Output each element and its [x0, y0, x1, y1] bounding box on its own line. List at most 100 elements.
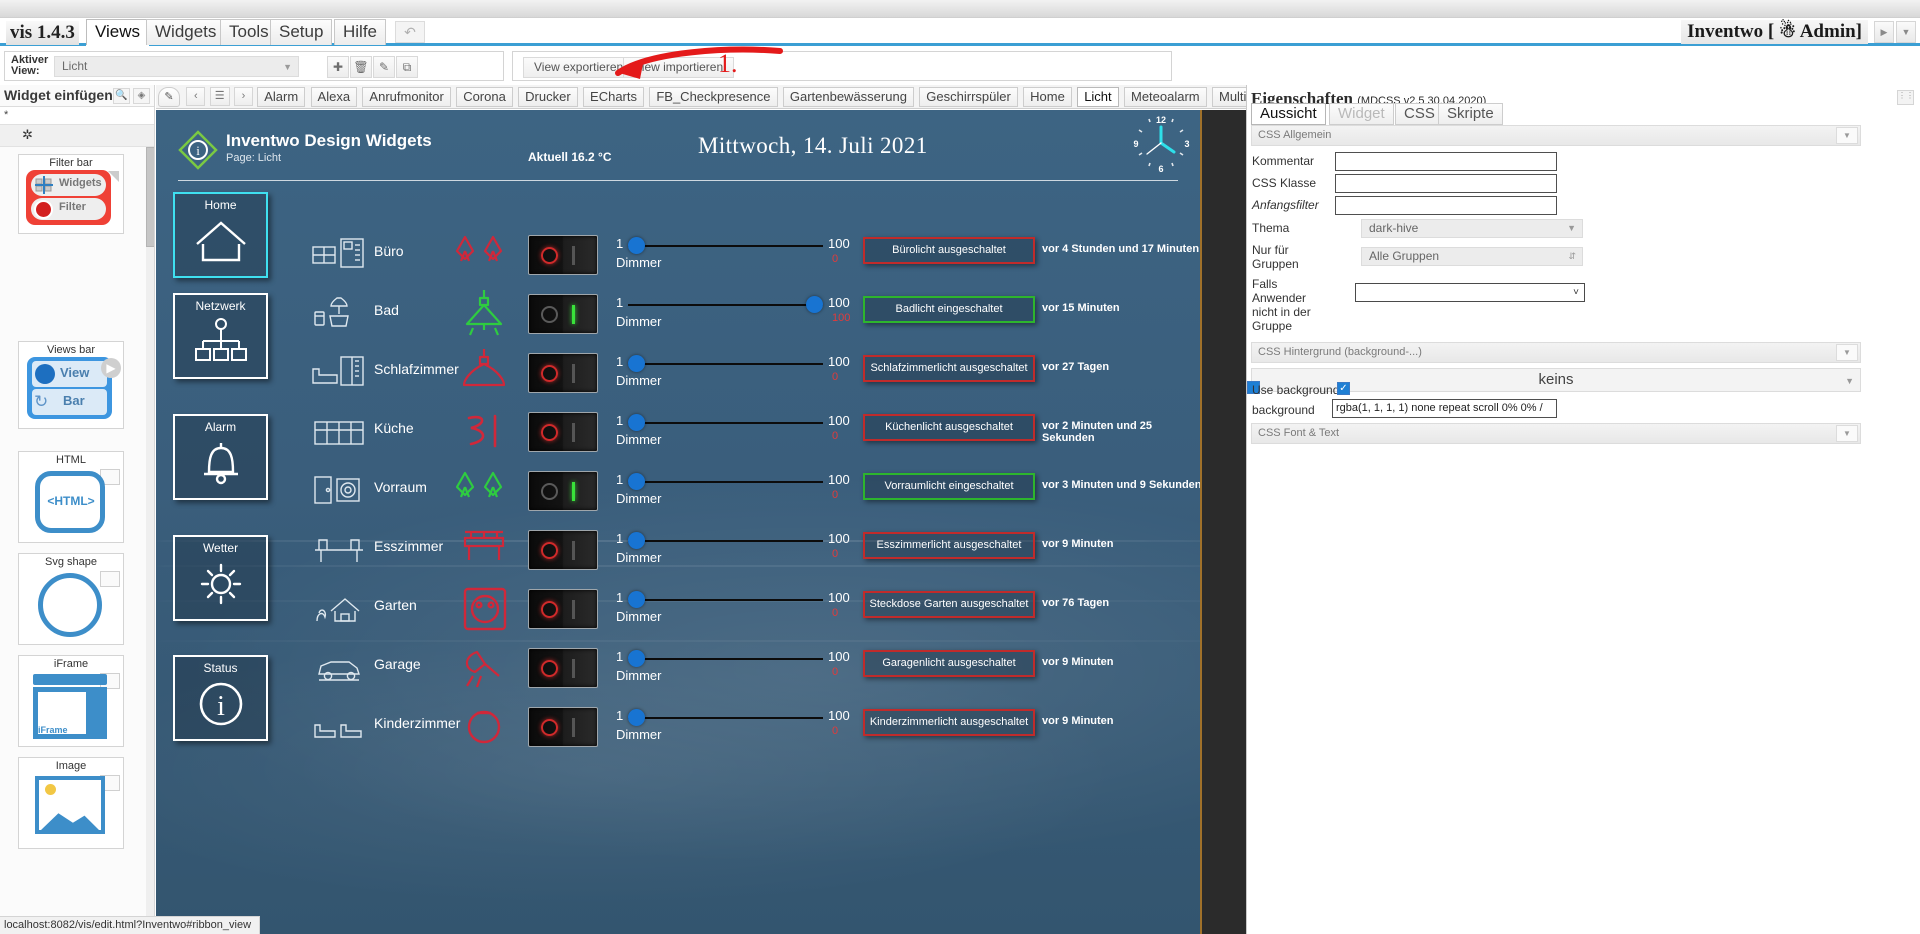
- properties-tab-skripte[interactable]: Skripte: [1438, 103, 1503, 125]
- power-switch[interactable]: [528, 294, 598, 334]
- view-tab-drucker[interactable]: Drucker: [518, 87, 578, 107]
- nur-fuer-gruppen-select[interactable]: Alle Gruppen ⇵: [1361, 247, 1583, 266]
- dimmer-knob[interactable]: [628, 709, 645, 726]
- view-tab-meteoalarm[interactable]: Meteoalarm: [1124, 87, 1207, 107]
- view-tab-echarts[interactable]: ECharts: [583, 87, 644, 107]
- falls-anwender-select[interactable]: ˅: [1355, 283, 1585, 302]
- round-lamp-icon[interactable]: [451, 701, 517, 753]
- status-badge[interactable]: Schlafzimmerlicht ausgeschaltet: [863, 355, 1035, 382]
- view-tab-multimedia[interactable]: Multimedia: [1211, 87, 1246, 107]
- kommentar-input[interactable]: [1335, 152, 1557, 171]
- dimmer-knob[interactable]: [628, 414, 645, 431]
- socket-icon[interactable]: [451, 583, 517, 635]
- widget-card-html[interactable]: HTML <HTML>: [18, 451, 124, 543]
- status-badge[interactable]: Steckdose Garten ausgeschaltet: [863, 591, 1035, 618]
- anfangsfilter-input[interactable]: [1335, 196, 1557, 215]
- properties-tab-aussicht[interactable]: Aussicht: [1251, 103, 1326, 125]
- status-badge[interactable]: Bürolicht ausgeschaltet: [863, 237, 1035, 264]
- thema-select[interactable]: dark-hive ▼: [1361, 219, 1583, 238]
- dimmer-slider[interactable]: [628, 709, 823, 726]
- dimmer-slider[interactable]: [628, 473, 823, 490]
- chevron-down-icon[interactable]: ▼: [1836, 344, 1858, 361]
- dimmer-knob[interactable]: [628, 591, 645, 608]
- tab-list-button[interactable]: ☰: [209, 87, 230, 106]
- view-tab-alarm[interactable]: Alarm: [257, 87, 306, 107]
- chevron-down-icon[interactable]: ▼: [1836, 425, 1858, 442]
- dimmer-slider[interactable]: [628, 591, 823, 608]
- power-switch[interactable]: [528, 235, 598, 275]
- dining-lamp-icon[interactable]: [451, 524, 517, 576]
- css-klasse-input[interactable]: [1335, 174, 1557, 193]
- view-tab-licht[interactable]: Licht: [1077, 87, 1119, 107]
- sidebar-scroll-thumb[interactable]: [146, 147, 154, 247]
- widget-card-image[interactable]: Image: [18, 757, 124, 849]
- background-value-input[interactable]: rgba(1, 1, 1, 1) none repeat scroll 0% 0…: [1332, 399, 1557, 418]
- status-badge[interactable]: Kinderzimmerlicht ausgeschaltet: [863, 709, 1035, 736]
- use-background-checkbox[interactable]: ✓: [1337, 382, 1350, 395]
- active-view-select[interactable]: Licht ▼: [54, 56, 299, 77]
- wall-lamps-icon[interactable]: [451, 465, 517, 517]
- chevron-down-icon[interactable]: ▼: [1836, 127, 1858, 144]
- rename-view-button[interactable]: ✎: [373, 56, 395, 78]
- menu-tab-views[interactable]: Views: [86, 19, 150, 45]
- view-tab-fb-checkpresence[interactable]: FB_Checkpresence: [649, 87, 778, 107]
- play-icon[interactable]: ▶: [1874, 21, 1894, 43]
- dimmer-slider[interactable]: [628, 414, 823, 431]
- resize-grip-icon[interactable]: ⋮⋮: [1897, 90, 1914, 105]
- widget-group-row[interactable]: ✲: [0, 125, 154, 147]
- properties-tab-widget[interactable]: Widget: [1329, 103, 1394, 125]
- view-canvas[interactable]: i Inventwo Design Widgets Page: Licht Ak…: [156, 110, 1246, 934]
- power-switch[interactable]: [528, 353, 598, 393]
- view-tab-geschirrspueler[interactable]: Geschirrspüler: [919, 87, 1018, 107]
- dimmer-slider[interactable]: [628, 237, 823, 254]
- tab-prev-button[interactable]: ‹: [186, 87, 206, 106]
- neon-lamp-icon[interactable]: [451, 406, 517, 458]
- search-icon[interactable]: 🔍: [113, 88, 130, 104]
- power-switch[interactable]: [528, 589, 598, 629]
- wall-lamps-icon[interactable]: [451, 229, 517, 281]
- section-css-background[interactable]: CSS Hintergrund (background-...) ▼: [1251, 342, 1861, 363]
- view-tab-corona[interactable]: Corona: [456, 87, 513, 107]
- dimmer-knob[interactable]: [806, 296, 823, 313]
- dimmer-slider[interactable]: [628, 296, 823, 313]
- power-switch[interactable]: [528, 707, 598, 747]
- widget-card-filter-bar[interactable]: Filter bar Widgets Filter: [18, 154, 124, 234]
- status-badge[interactable]: Vorraumlicht eingeschaltet: [863, 473, 1035, 500]
- dimmer-knob[interactable]: [628, 473, 645, 490]
- power-switch[interactable]: [528, 471, 598, 511]
- dimmer-slider[interactable]: [628, 650, 823, 667]
- menu-tab-setup[interactable]: Setup: [270, 19, 333, 45]
- view-tab-alexa[interactable]: Alexa: [310, 87, 358, 107]
- delete-view-button[interactable]: 🗑: [350, 56, 372, 78]
- sidebar-scrollbar[interactable]: [146, 147, 154, 934]
- status-badge[interactable]: Garagenlicht ausgeschaltet: [863, 650, 1035, 677]
- tag-icon[interactable]: ◈: [133, 88, 150, 104]
- add-view-button[interactable]: ✚: [327, 56, 349, 78]
- dimmer-knob[interactable]: [628, 532, 645, 549]
- dimmer-knob[interactable]: [628, 355, 645, 372]
- dimmer-knob[interactable]: [628, 650, 645, 667]
- chevron-down-icon[interactable]: ▼: [1896, 21, 1916, 43]
- view-tab-home[interactable]: Home: [1023, 87, 1072, 107]
- view-tab-anrufmonitor[interactable]: Anrufmonitor: [362, 87, 451, 107]
- status-badge[interactable]: Esszimmerlicht ausgeschaltet: [863, 532, 1035, 559]
- dimmer-knob[interactable]: [628, 237, 645, 254]
- section-css-font-text[interactable]: CSS Font & Text ▼: [1251, 423, 1861, 444]
- copy-view-button[interactable]: ⧉: [396, 56, 418, 78]
- ceiling-lamp-icon[interactable]: [451, 288, 517, 340]
- widget-card-iframe[interactable]: iFrame iFrame: [18, 655, 124, 747]
- menu-tab-widgets[interactable]: Widgets: [146, 19, 226, 45]
- status-badge[interactable]: Badlicht eingeschaltet: [863, 296, 1035, 323]
- widget-card-svg-shape[interactable]: Svg shape: [18, 553, 124, 645]
- tab-edit-button[interactable]: ✎: [158, 87, 180, 107]
- properties-tab-css[interactable]: CSS: [1395, 103, 1444, 125]
- undo-icon[interactable]: ↶: [395, 21, 425, 43]
- menu-tab-hilfe[interactable]: Hilfe: [334, 19, 387, 45]
- power-switch[interactable]: [528, 412, 598, 452]
- garage-lamp-icon[interactable]: [451, 642, 517, 694]
- status-badge[interactable]: Küchenlicht ausgeschaltet: [863, 414, 1035, 441]
- power-switch[interactable]: [528, 530, 598, 570]
- tab-next-button[interactable]: ›: [233, 87, 253, 106]
- dimmer-slider[interactable]: [628, 532, 823, 549]
- pendant-lamp-icon[interactable]: [451, 347, 517, 399]
